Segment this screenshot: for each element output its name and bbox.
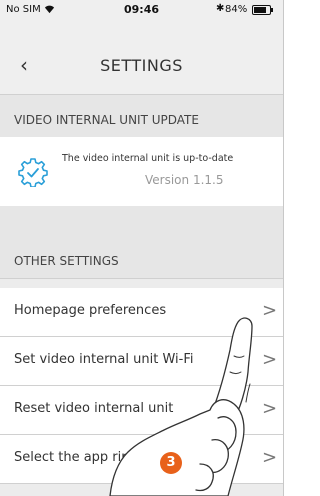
update-status-text: The video internal unit is up-to-date [62,153,234,164]
screen: No SIM 09:46 ✱ 84% ‹ SETTINGS VIDEO INTE… [0,0,296,496]
list-item-label: Homepage preferences [14,303,167,318]
chevron-right-icon: > [262,300,278,321]
list-item-reset-unit[interactable]: Reset video internal unit > [0,386,283,435]
list-item-select-ringtone[interactable]: Select the app ringtone > [0,435,283,484]
chevron-right-icon: > [262,398,278,419]
nav-bar: ‹ SETTINGS [0,20,283,95]
other-section-header: OTHER SETTINGS [0,230,283,279]
chevron-right-icon: > [262,447,278,468]
list-item-set-wifi[interactable]: Set video internal unit Wi-Fi > [0,337,283,386]
battery-level [254,7,267,13]
list-item-homepage-preferences[interactable]: Homepage preferences > [0,288,283,337]
gear-check-icon [18,158,48,187]
update-section-header: VIDEO INTERNAL UNIT UPDATE [0,95,283,138]
update-section-title: VIDEO INTERNAL UNIT UPDATE [14,113,199,127]
list-item-label: Set video internal unit Wi-Fi [14,352,194,367]
list-item-label: Reset video internal unit [14,401,174,416]
step-badge: 3 [160,452,182,474]
update-status-card: The video internal unit is up-to-date Ve… [0,137,283,207]
other-section-title: OTHER SETTINGS [14,254,119,268]
list-item-label: Select the app ringtone [14,450,168,465]
phone-screen: No SIM 09:46 ✱ 84% ‹ SETTINGS VIDEO INTE… [0,0,284,496]
chevron-right-icon: > [262,349,278,370]
bluetooth-icon: ✱ [216,3,225,14]
battery-icon [252,5,273,15]
battery-percent: 84% [225,4,248,15]
page-title: SETTINGS [100,56,183,75]
status-bar: No SIM 09:46 ✱ 84% [0,0,283,20]
version-label: Version 1.1.5 [145,173,224,187]
